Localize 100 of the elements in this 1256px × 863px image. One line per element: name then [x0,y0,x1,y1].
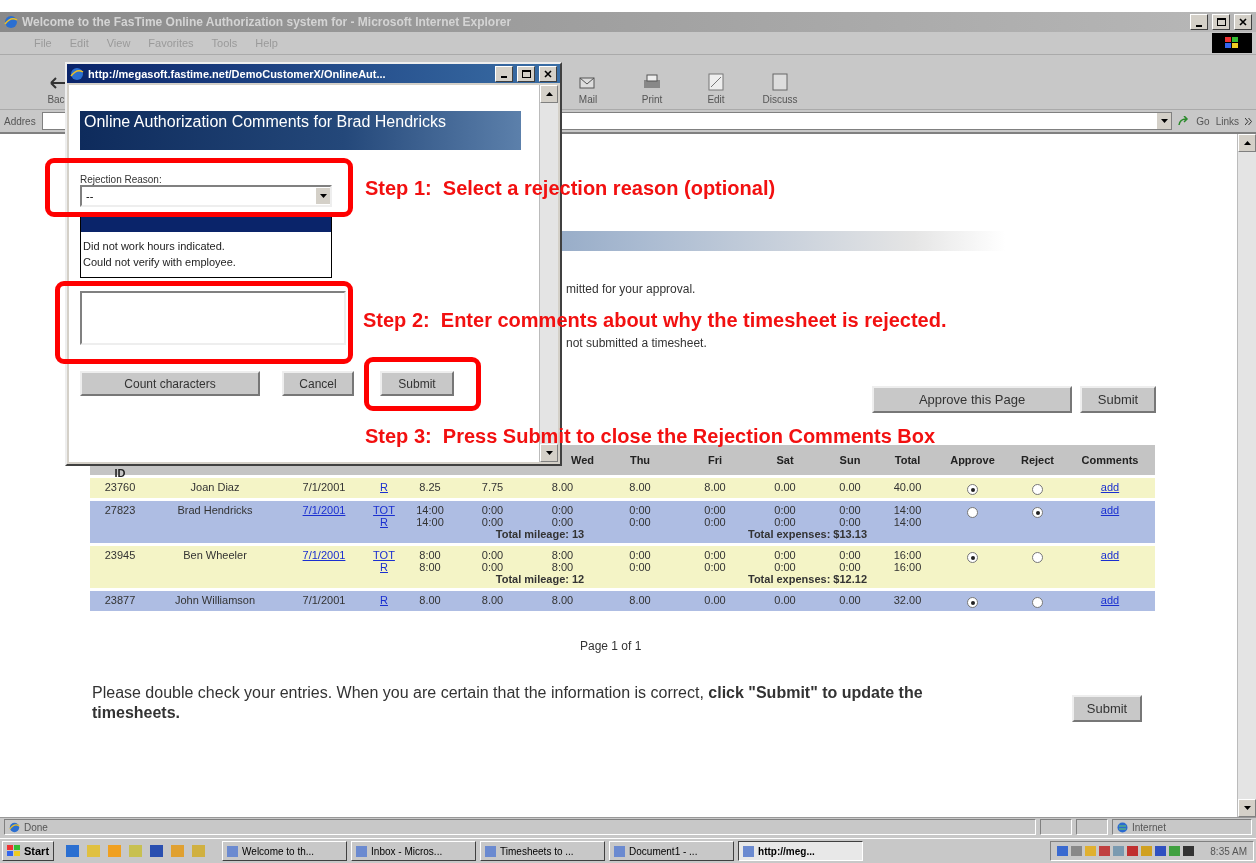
minimize-button[interactable] [1190,14,1208,30]
type-link[interactable]: R [380,561,388,573]
popup-button[interactable]: Count characters [80,371,260,396]
quick-launch-icon[interactable] [66,845,80,857]
minimize-icon [1196,24,1202,27]
taskbar-task[interactable]: http://meg... [738,841,864,861]
table-cell: 0:00 [774,549,796,561]
add-comment-link[interactable]: add [1100,594,1120,606]
page-button[interactable]: Approve this Page [872,386,1072,413]
page-indicator: Page 1 of 1 [580,639,643,653]
chevron-icon [1245,117,1252,125]
dropdown-button[interactable] [1157,113,1172,129]
approve-radio[interactable] [967,484,978,495]
type-link[interactable]: R [380,516,388,528]
table-cell: 32.00 [893,594,922,606]
type-link[interactable]: R [380,594,388,606]
close-button[interactable] [539,65,557,82]
table-cell: 0:00 [551,516,574,528]
approve-radio[interactable] [967,552,978,563]
start-button[interactable]: Start [2,841,55,861]
toolbar-button[interactable]: Print [626,72,678,105]
links-button[interactable]: Links [1215,115,1239,127]
table-cell-text: Joan Diaz [189,481,241,495]
date-link[interactable]: 7/1/2001 [302,549,346,561]
down-triangle-icon [545,451,553,455]
go-button[interactable]: Go [1196,115,1210,127]
table-cell: 16:00 [893,561,922,573]
column-header: Wed [569,454,595,466]
windows-logo [1212,33,1252,53]
tray-icon[interactable] [1183,846,1195,856]
add-comment-link[interactable]: add [1100,504,1120,516]
toolbar-button[interactable]: Edit [690,72,742,105]
table-cell: 0:00 [774,561,796,573]
submit-button[interactable]: Submit [1072,695,1142,722]
globe-icon [1117,821,1128,833]
quick-launch-icon[interactable] [150,845,164,857]
popup-button[interactable]: Submit [380,371,454,396]
table-cell: 8:00 [419,561,441,573]
column-header: Reject [1020,454,1055,466]
status-panel [1076,819,1108,835]
page-button[interactable]: Submit [1080,386,1156,413]
up-triangle-icon [545,92,553,96]
tray-icon[interactable] [1155,846,1167,856]
toolbar-button[interactable]: Mail [562,72,614,105]
instruction-text: Please double check your entries. When you are certain that the information is correct, click "Submit" to update the timesheets. [92,683,924,723]
table-cell: 14:00 [893,504,922,516]
date-link[interactable]: 7/1/2001 [302,504,346,516]
table-cell: 0:00 [551,504,574,516]
table-cell: 14:00 [416,516,444,528]
approve-radio[interactable] [967,597,978,608]
maximize-button[interactable] [517,65,535,82]
table-cell: 0.00 [704,594,726,606]
toolbar-button[interactable]: Discuss [754,72,806,105]
close-button[interactable] [1234,14,1252,30]
table-cell: 0:00 [774,516,796,528]
type-link[interactable]: TOT [373,549,395,561]
type-link[interactable]: TOT [373,504,395,516]
dropdown-option[interactable]: Could not verify with employee. [81,254,331,270]
popup-button[interactable]: Cancel [282,371,354,396]
dropdown-option[interactable]: Did not work hours indicated. [81,238,331,254]
table-cell: 8.00 [629,594,651,606]
restore-button[interactable] [1212,14,1230,30]
table-cell: 0:00 [839,504,861,516]
comments-field[interactable] [80,291,346,345]
table-cell: 0:00 [629,504,651,516]
scrollbar[interactable] [1237,134,1256,817]
column-header: Fri [706,454,724,466]
add-comment-link[interactable]: add [1100,549,1120,561]
type-link[interactable]: R [380,481,388,493]
table-cell: 0:00 [481,516,504,528]
reason-select[interactable]: -- [80,185,332,207]
address-label: Addres [4,115,36,127]
dropdown-button[interactable] [316,188,330,204]
table-cell: 8:00 [551,549,574,561]
taskbar-task[interactable]: Inbox - Micros... [351,841,477,861]
reject-radio[interactable] [1032,507,1043,518]
tray-icon[interactable] [1127,846,1139,856]
reject-radio[interactable] [1032,597,1043,608]
ie-logo-icon [4,15,18,29]
add-comment-link[interactable]: add [1100,481,1120,493]
reject-radio[interactable] [1032,484,1043,495]
minimize-button[interactable] [495,65,513,82]
table-cell: 0:00 [839,516,861,528]
taskbar-task[interactable]: Welcome to th... [222,841,348,861]
expenses-total: Total expenses: $12.12 [747,573,868,585]
column-header: Thu [628,454,652,466]
table-cell-text: John Williamson [173,594,257,608]
reject-radio[interactable] [1032,552,1043,563]
expenses-total: Total expenses: $13.13 [747,528,868,540]
intro-text: not submitted a timesheet. [566,336,708,350]
windows-flag-icon [7,845,21,857]
mileage-total: Total mileage: 12 [494,573,586,585]
table-cell: 7.75 [481,481,504,493]
approve-radio[interactable] [967,507,978,518]
taskbar-task[interactable]: Document1 - ... [609,841,735,861]
toolbar-button[interactable]: Bac [30,74,82,105]
table-cell: 0:00 [481,504,504,516]
taskbar-task[interactable]: Timesheets to ... [480,841,606,861]
table-cell: 0:00 [774,504,796,516]
table-cell: 8.00 [704,481,726,493]
